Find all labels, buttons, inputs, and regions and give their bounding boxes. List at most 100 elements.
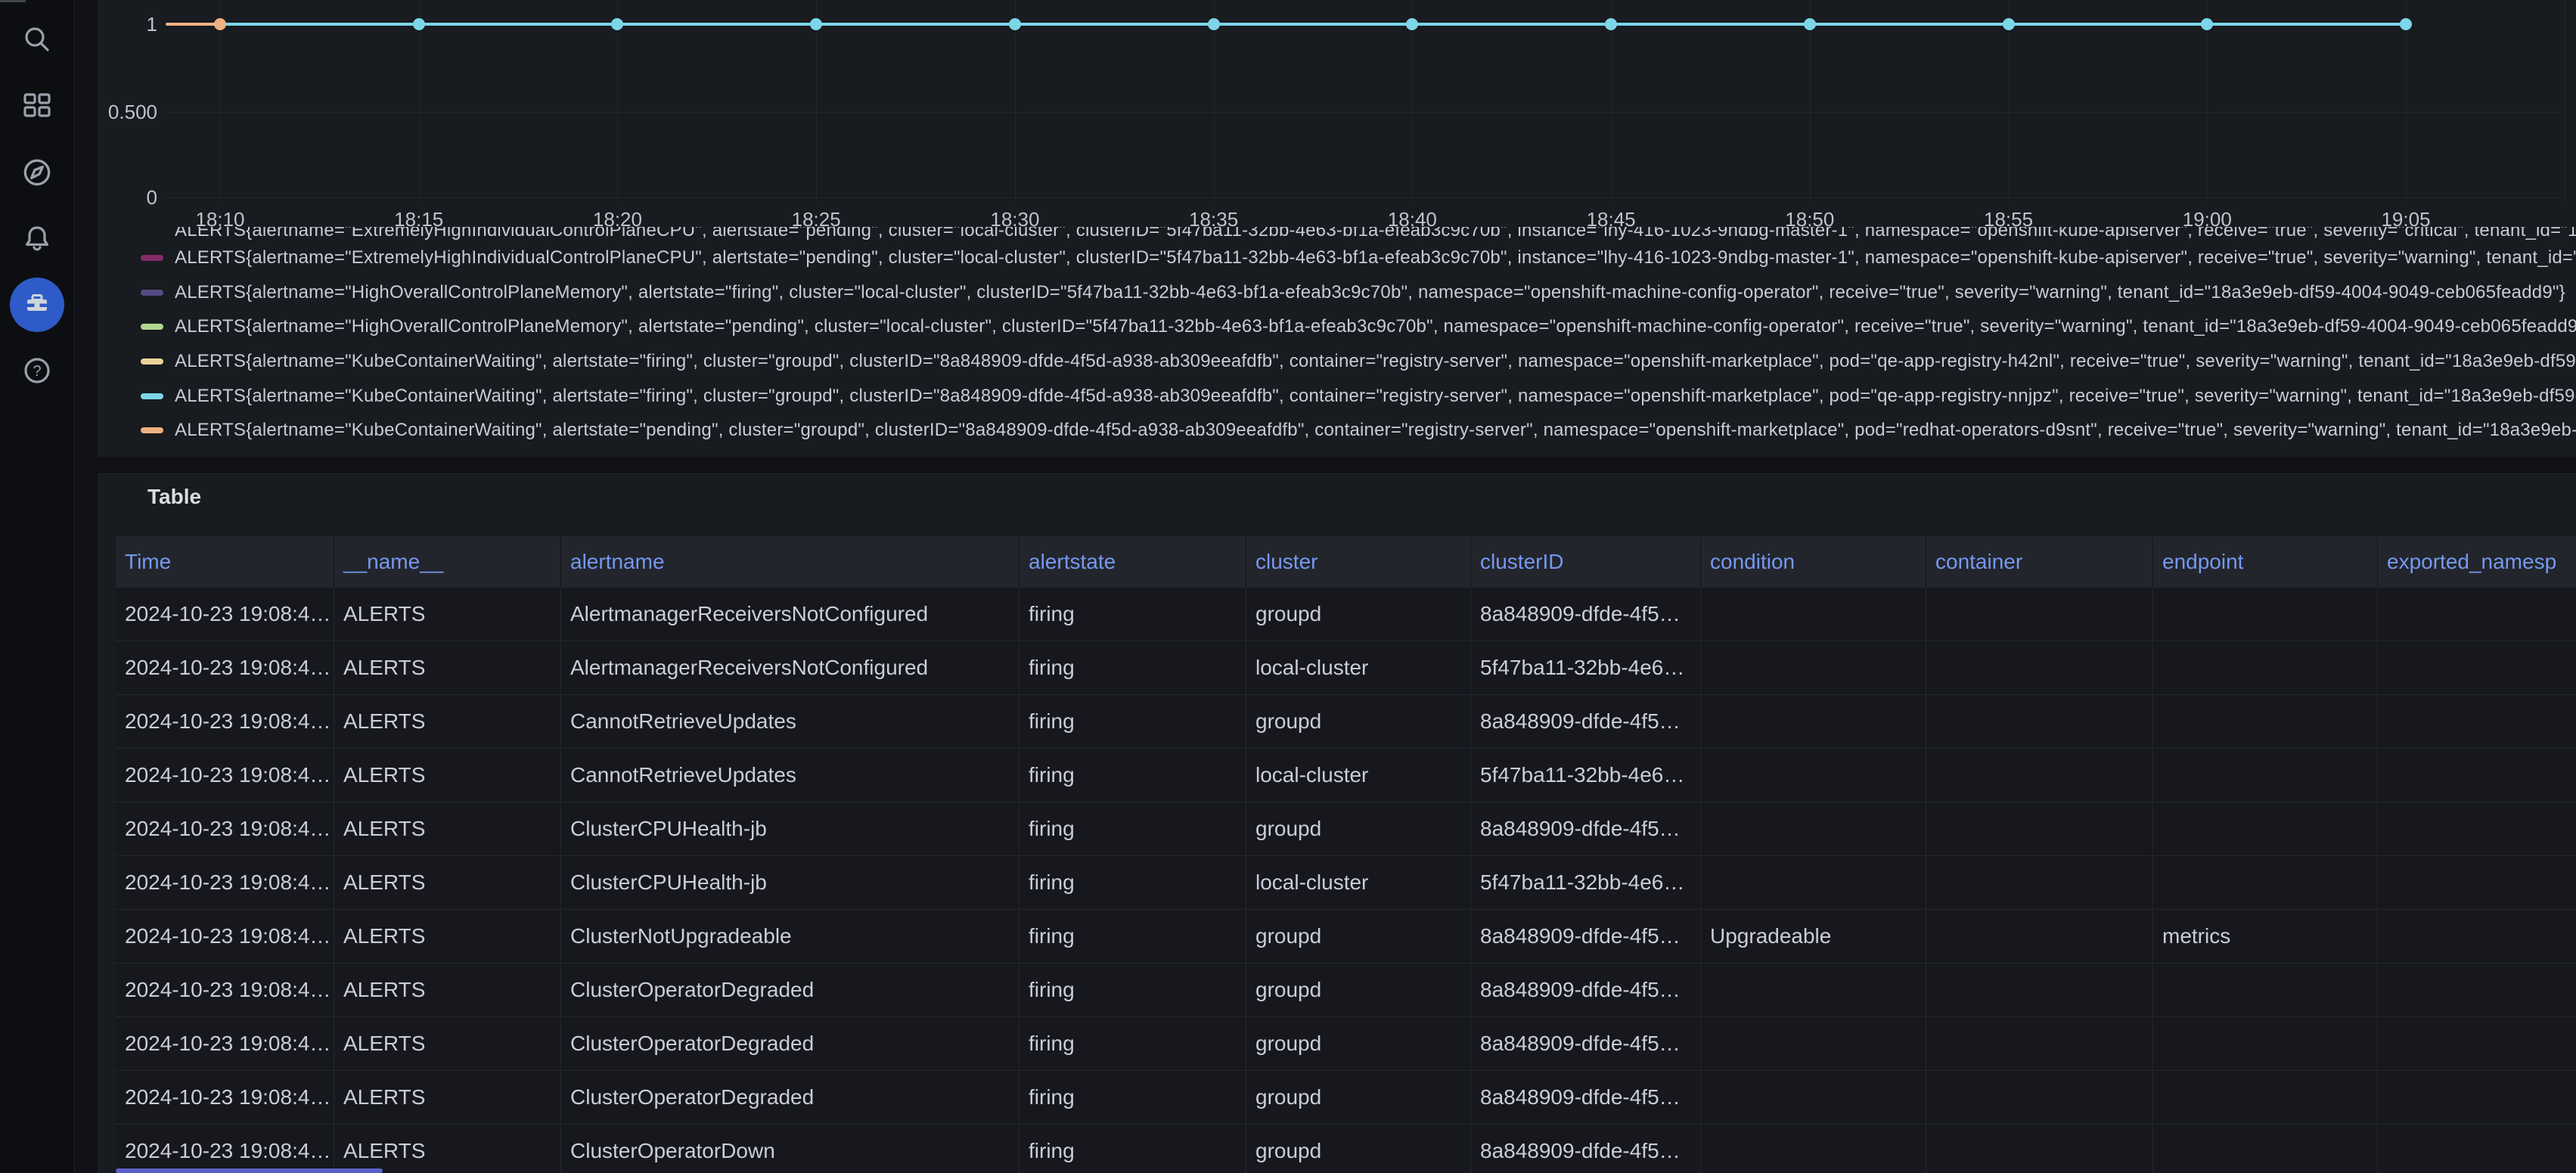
- table-cell: firing: [1020, 910, 1246, 963]
- legend-series-label: ALERTS{alertname="KubeContainerWaiting",…: [175, 420, 2576, 441]
- y-axis-label: 0.500: [99, 102, 157, 122]
- toolbox-app-icon[interactable]: [10, 278, 64, 332]
- table-cell: ALERTS: [334, 695, 561, 748]
- table-header-row: Time__name__alertnamealertstateclustercl…: [116, 536, 2576, 588]
- column-header-exported_namesp[interactable]: exported_namesp: [2378, 536, 2576, 588]
- column-header-clusterID[interactable]: clusterID: [1471, 536, 1701, 588]
- table-cell: 2024-10-23 19:08:4…: [116, 749, 334, 802]
- data-point-teal: [2201, 18, 2213, 30]
- legend-series-swatch: [141, 290, 163, 296]
- column-header-__name__[interactable]: __name__: [334, 536, 561, 588]
- alerting-bell-icon[interactable]: [10, 212, 64, 266]
- dashboards-grid-icon[interactable]: [10, 79, 64, 133]
- legend-series-label: ALERTS{alertname="HighOverallControlPlan…: [175, 316, 2576, 337]
- table-cell: firing: [1020, 1071, 1246, 1124]
- legend-series-label: ALERTS{alertname="ExtremelyHighIndividua…: [175, 247, 2576, 268]
- horizontal-scrollbar-thumb[interactable]: [116, 1168, 383, 1173]
- table-cell: 8a848909-dfde-4f5…: [1471, 802, 1701, 855]
- table-cell: groupd: [1246, 1125, 1471, 1173]
- table-cell: [1926, 856, 2153, 909]
- table-cell: groupd: [1246, 964, 1471, 1016]
- table-cell: 2024-10-23 19:08:4…: [116, 964, 334, 1016]
- table-cell: metrics: [2153, 910, 2378, 963]
- table-cell: [2153, 1071, 2378, 1124]
- timeseries-panel: 10.5000 18:1018:1518:2018:2518:3018:3518…: [98, 0, 2576, 457]
- column-header-cluster[interactable]: cluster: [1246, 536, 1471, 588]
- legend-item[interactable]: ALERTS{alertname="HighOverallControlPlan…: [141, 315, 2576, 338]
- table-cell: ALERTS: [334, 964, 561, 1016]
- table-panel: Table Time__name__alertnamealertstateclu…: [98, 473, 2576, 1173]
- table-cell: 5f47ba11-32bb-4e6…: [1471, 641, 1701, 694]
- legend-item[interactable]: ALERTS{alertname="ExtremelyHighIndividua…: [141, 227, 2576, 242]
- table-cell: 2024-10-23 19:08:4…: [116, 695, 334, 748]
- column-header-endpoint[interactable]: endpoint: [2153, 536, 2378, 588]
- chart-legend: ALERTS{alertname="ExtremelyHighIndividua…: [141, 227, 2576, 448]
- table-row: 2024-10-23 19:08:4…ALERTSCannotRetrieveU…: [116, 695, 2576, 749]
- table-cell: [1701, 641, 1926, 694]
- table-cell: 2024-10-23 19:08:4…: [116, 1017, 334, 1070]
- top-edge-fragment: [0, 0, 26, 2]
- table-cell: groupd: [1246, 910, 1471, 963]
- page: ? 10.5000 18:1018:1518:2018:2518:3018:35…: [0, 0, 2576, 1172]
- table-cell: ALERTS: [334, 802, 561, 855]
- table-cell: firing: [1020, 641, 1246, 694]
- table-cell: [1926, 1125, 2153, 1173]
- table-cell: 8a848909-dfde-4f5…: [1471, 1071, 1701, 1124]
- search-icon[interactable]: [10, 12, 64, 67]
- table-cell: firing: [1020, 1017, 1246, 1070]
- column-header-Time[interactable]: Time: [116, 536, 334, 588]
- data-point-teal: [1406, 18, 1418, 30]
- table-cell: [2153, 749, 2378, 802]
- legend-series-label: ALERTS{alertname="HighOverallControlPlan…: [175, 282, 2565, 303]
- help-icon[interactable]: ?: [10, 343, 64, 398]
- table-cell: [2153, 856, 2378, 909]
- table-cell: ALERTS: [334, 1071, 561, 1124]
- table-row: 2024-10-23 19:08:4…ALERTSClusterCPUHealt…: [116, 856, 2576, 910]
- table-cell: firing: [1020, 588, 1246, 641]
- legend-series-label: ALERTS{alertname="KubeContainerWaiting",…: [175, 386, 2576, 407]
- table-cell: ALERTS: [334, 1017, 561, 1070]
- column-header-condition[interactable]: condition: [1701, 536, 1926, 588]
- legend-item[interactable]: ALERTS{alertname="KubeContainerWaiting",…: [141, 385, 2576, 408]
- column-header-container[interactable]: container: [1926, 536, 2153, 588]
- table-cell: ClusterCPUHealth-jb: [561, 802, 1020, 855]
- table-cell: groupd: [1246, 588, 1471, 641]
- table-cell: [1926, 695, 2153, 748]
- table-cell: local-cluster: [1246, 856, 1471, 909]
- legend-series-swatch: [141, 393, 163, 399]
- table-cell: 8a848909-dfde-4f5…: [1471, 695, 1701, 748]
- table-cell: [1926, 1017, 2153, 1070]
- panel-title: Table: [147, 485, 201, 509]
- column-header-alertname[interactable]: alertname: [561, 536, 1020, 588]
- table-cell: 2024-10-23 19:08:4…: [116, 1071, 334, 1124]
- data-point-teal: [611, 18, 623, 30]
- series-line-teal: [220, 23, 2406, 26]
- table-cell: 2024-10-23 19:08:4…: [116, 910, 334, 963]
- data-point-orange: [214, 18, 226, 30]
- table-cell: [1701, 749, 1926, 802]
- data-point-teal: [1804, 18, 1816, 30]
- legend-item[interactable]: ALERTS{alertname="KubeContainerWaiting",…: [141, 350, 2576, 373]
- table-cell: groupd: [1246, 1071, 1471, 1124]
- table-cell: Upgradeable: [1701, 910, 1926, 963]
- table-cell: [2153, 641, 2378, 694]
- table-cell: AlertmanagerReceiversNotConfigured: [561, 588, 1020, 641]
- gridline-horizontal: [166, 112, 2565, 113]
- legend-item[interactable]: ALERTS{alertname="ExtremelyHighIndividua…: [141, 247, 2576, 269]
- legend-item[interactable]: ALERTS{alertname="KubeContainerWaiting",…: [141, 419, 2576, 442]
- table-cell: [1701, 964, 1926, 1016]
- table-cell: [1701, 1071, 1926, 1124]
- table-cell: [2153, 695, 2378, 748]
- table-cell: [2153, 802, 2378, 855]
- explore-compass-icon[interactable]: [10, 145, 64, 200]
- table-cell: [1926, 588, 2153, 641]
- table-cell: [1701, 588, 1926, 641]
- timeseries-plot[interactable]: 10.5000 18:1018:1518:2018:2518:3018:3518…: [99, 0, 2576, 227]
- column-header-alertstate[interactable]: alertstate: [1020, 536, 1246, 588]
- table-cell: ClusterOperatorDegraded: [561, 1017, 1020, 1070]
- table-row: 2024-10-23 19:08:4…ALERTSAlertmanagerRec…: [116, 641, 2576, 695]
- legend-series-label: ALERTS{alertname="KubeContainerWaiting",…: [175, 351, 2576, 372]
- table-cell: [2153, 588, 2378, 641]
- table-cell: [1701, 695, 1926, 748]
- legend-item[interactable]: ALERTS{alertname="HighOverallControlPlan…: [141, 281, 2576, 304]
